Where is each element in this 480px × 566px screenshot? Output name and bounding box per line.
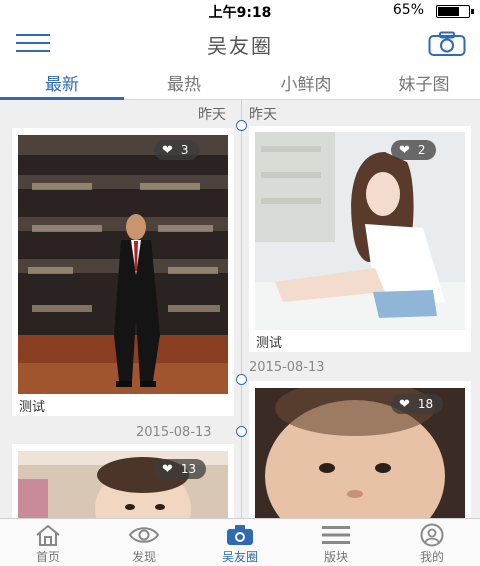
tab-discover[interactable]: 发现 [96, 521, 192, 565]
category-tabs: 最新 最热 小鲜肉 妹子图 [0, 64, 480, 100]
tab-moments[interactable]: 吴友圈 [192, 521, 288, 565]
like-badge[interactable]: ❤ 18 [391, 394, 444, 414]
status-bar: 上午9:18 65% [0, 0, 480, 22]
battery-percent: 65% [392, 2, 424, 18]
post-photo[interactable] [255, 132, 465, 330]
tab-label: 版块 [323, 550, 348, 564]
right-day-label: 昨天 [249, 107, 277, 123]
heart-icon: ❤ [162, 461, 173, 477]
left-day-label: 昨天 [198, 107, 226, 123]
like-count: 18 [417, 397, 434, 411]
post-photo[interactable] [18, 135, 228, 394]
like-count: 13 [180, 462, 197, 476]
battery-icon [436, 5, 474, 18]
home-icon [36, 524, 60, 546]
tab-hottest[interactable]: 最热 [124, 70, 244, 95]
post-card[interactable]: ❤ 13 [12, 444, 234, 524]
like-count: 2 [417, 143, 426, 157]
camera-icon [227, 525, 253, 545]
timeline-dot [236, 426, 247, 437]
tab-profile[interactable]: 我的 [384, 521, 480, 565]
timeline-dot [236, 374, 247, 385]
timeline-line [241, 100, 242, 520]
tab-young-men[interactable]: 小鲜肉 [246, 70, 366, 95]
like-badge[interactable]: ❤ 3 [154, 140, 199, 160]
page-title: 吴友圈 [207, 34, 273, 58]
timeline-dot [236, 120, 247, 131]
heart-icon: ❤ [399, 142, 410, 158]
tab-label: 首页 [35, 550, 60, 564]
tab-girls[interactable]: 妹子图 [364, 70, 480, 95]
tab-label: 发现 [131, 550, 156, 564]
bottom-tab-bar: 首页 发现 吴友圈 版块 我的 [0, 518, 480, 566]
nav-bar: 吴友圈 [0, 22, 480, 64]
post-date: 2015-08-13 [136, 425, 212, 440]
camera-icon[interactable] [428, 31, 466, 57]
like-badge[interactable]: ❤ 2 [391, 140, 436, 160]
heart-icon: ❤ [399, 396, 410, 412]
like-count: 3 [180, 143, 189, 157]
tab-latest[interactable]: 最新 [2, 70, 122, 95]
like-badge[interactable]: ❤ 13 [154, 459, 207, 479]
tab-home[interactable]: 首页 [0, 521, 96, 565]
post-card[interactable]: ❤ 18 [249, 381, 471, 524]
user-icon [420, 523, 444, 547]
post-caption: 测试 [256, 336, 283, 351]
active-tab-indicator [0, 97, 124, 100]
post-card[interactable]: ❤ 2 测试 [249, 126, 471, 352]
post-date: 2015-08-13 [249, 360, 325, 375]
list-icon [322, 526, 350, 544]
heart-icon: ❤ [162, 142, 173, 158]
eye-icon [128, 527, 160, 543]
tab-label: 吴友圈 [221, 550, 258, 564]
tab-sections[interactable]: 版块 [288, 521, 384, 565]
post-card[interactable]: ❤ 3 测试 [12, 128, 234, 416]
tab-label: 我的 [419, 550, 444, 564]
post-caption: 测试 [19, 400, 46, 415]
